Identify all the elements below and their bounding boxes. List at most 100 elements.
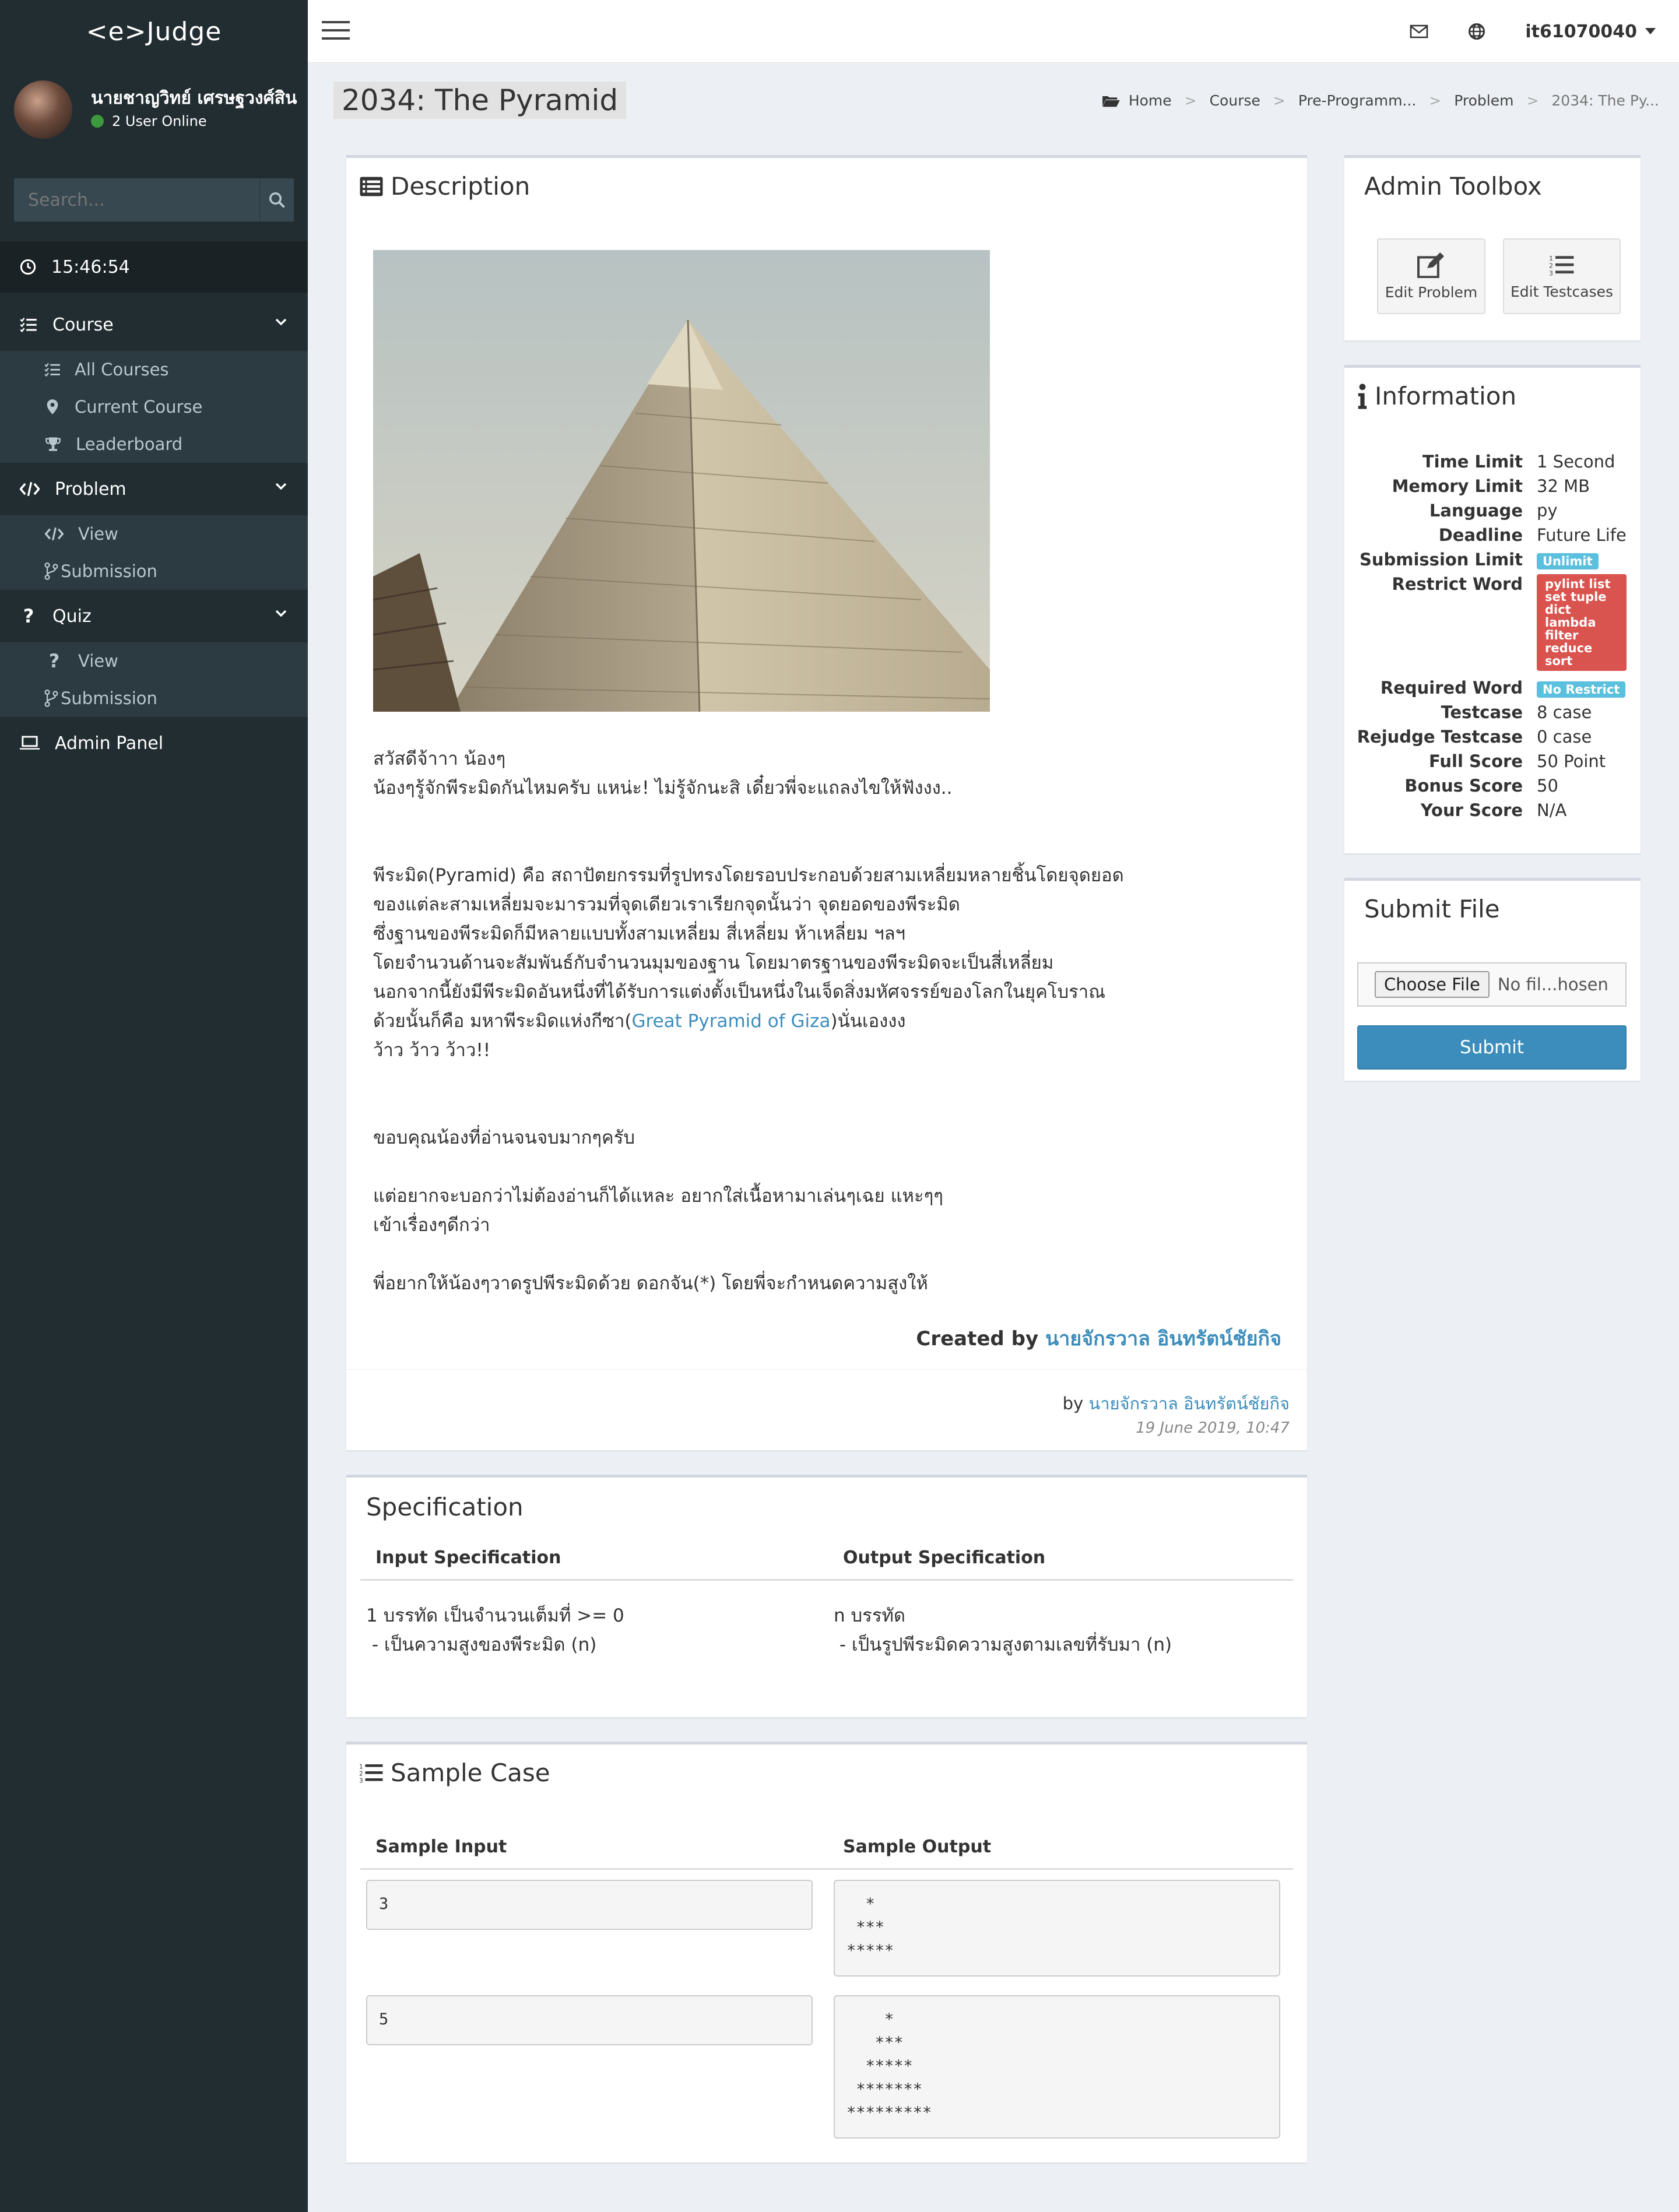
sidebar-item-problem-submission[interactable]: Submission: [0, 553, 308, 590]
pyramid-illustration: [373, 250, 990, 712]
info-testcase: Testcase 8 case: [1344, 702, 1639, 727]
giza-link[interactable]: Great Pyramid of Giza: [632, 1011, 831, 1032]
edit-icon: [1417, 252, 1444, 278]
sample-input-1[interactable]: 3: [366, 1880, 813, 1930]
sidebar-item-label: View: [78, 651, 118, 671]
clock-time: 15:46:54: [51, 256, 130, 277]
breadcrumb-problem[interactable]: Problem: [1454, 92, 1513, 109]
code-branch-icon: [44, 690, 58, 707]
submit-button[interactable]: Submit: [1357, 1025, 1627, 1070]
sidebar-item-admin-panel[interactable]: Admin Panel: [0, 717, 308, 769]
chevron-down-icon: [275, 318, 287, 326]
information-list: Time Limit 1 Second Memory Limit 32 MB Lan…: [1344, 452, 1639, 848]
sidebar-toggle-button[interactable]: [322, 20, 350, 43]
info-value: py: [1537, 501, 1558, 521]
description-header: Description: [359, 172, 530, 201]
specification-header: Specification: [366, 1493, 524, 1521]
navbar-right: it61070040: [1370, 0, 1656, 63]
info-full-score: Full Score 50 Point: [1344, 751, 1639, 776]
description-line: สวัสดีจ้าาา น้องๆ: [373, 748, 506, 769]
description-line: ซึ่งฐานของพีระมิดก็มีหลายแบบทั้งสามเหลี่…: [373, 923, 906, 944]
info-submission-limit: Submission Limit Unlimit: [1344, 550, 1639, 574]
text-segment: )นั่นเองงง: [830, 1011, 906, 1032]
edit-testcases-button[interactable]: 123 Edit Testcases: [1503, 238, 1621, 314]
sidebar-item-quiz-view[interactable]: ? View: [0, 642, 308, 680]
edit-problem-button[interactable]: Edit Problem: [1377, 238, 1485, 314]
breadcrumb-course[interactable]: Course: [1210, 92, 1260, 109]
author-link[interactable]: นายจักรวาล อินทรัตน์ชัยกิจ: [1045, 1327, 1281, 1351]
list-check-icon: [20, 318, 37, 332]
info-label: Memory Limit: [1392, 476, 1523, 496]
sample-case-box: 123 Sample Case Sample Input Sample Outp…: [346, 1742, 1307, 2162]
info-label: Submission Limit: [1359, 550, 1523, 569]
description-title: Description: [391, 172, 531, 201]
choose-file-button[interactable]: Choose File: [1375, 971, 1490, 998]
svg-text:3: 3: [359, 1777, 363, 1784]
search-button[interactable]: [259, 178, 294, 221]
description-line: เข้าเรื่องๆดีกว่า: [373, 1215, 490, 1236]
info-bonus-score: Bonus Score 50: [1344, 776, 1639, 800]
information-box: Information Time Limit 1 Second Memory Li…: [1344, 365, 1641, 853]
info-deadline: Deadline Future Life: [1344, 525, 1639, 550]
sample-output-1[interactable]: * *** *****: [834, 1880, 1280, 1977]
sample-case-table: Sample Input Sample Output 3 * *** *****…: [360, 1837, 1293, 2163]
info-value: 1 Second: [1537, 452, 1615, 472]
description-text: สวัสดีจ้าาา น้องๆ น้องๆรู้จักพีระมิดกันไ…: [373, 744, 1283, 1298]
avatar: [14, 80, 72, 139]
user-name: นายชาญวิทย์ เศรษฐวงศ์สิน: [91, 88, 297, 108]
sidebar-item-course[interactable]: Course: [0, 298, 308, 351]
information-header: Information: [1357, 382, 1516, 410]
user-panel: นายชาญวิทย์ เศรษฐวงศ์สิน 2 User Online: [0, 63, 308, 156]
messages-button[interactable]: [1410, 24, 1428, 39]
pyramid-image: [373, 250, 990, 712]
restrict-word: sort: [1545, 654, 1573, 668]
file-name-text: No fil...hosen: [1497, 975, 1608, 994]
svg-text:1: 1: [1549, 255, 1553, 262]
sidebar-item-quiz[interactable]: ? Quiz: [0, 590, 308, 642]
sidebar-item-label: Quiz: [52, 606, 92, 627]
sidebar-item-label: Course: [52, 314, 114, 335]
clock-icon: [20, 259, 36, 275]
sidebar-item-all-courses[interactable]: All Courses: [0, 351, 308, 388]
breadcrumb-pre-programming[interactable]: Pre-Programm...: [1298, 92, 1416, 109]
info-your-score: Your Score N/A: [1344, 800, 1639, 825]
specification-box: Specification Input Specification Output…: [346, 1475, 1307, 1717]
user-menu-button[interactable]: it61070040: [1525, 22, 1656, 42]
breadcrumb-separator: >: [1526, 92, 1539, 109]
search-input[interactable]: [14, 178, 259, 221]
description-box: Description สวัสดีจ้าาา น้องๆ น้องๆรู้จั…: [346, 155, 1307, 1450]
search-icon: [269, 192, 285, 208]
output-spec-header: Output Specification: [843, 1548, 1046, 1568]
info-label: Testcase: [1441, 702, 1523, 722]
language-button[interactable]: [1468, 23, 1485, 40]
sidebar-item-label: Leaderboard: [76, 434, 183, 454]
sidebar-item-leaderboard[interactable]: Leaderboard: [0, 425, 308, 463]
globe-icon: [1469, 23, 1485, 40]
sample-case-header: 123 Sample Case: [359, 1759, 550, 1787]
sidebar-item-current-course[interactable]: Current Course: [0, 388, 308, 425]
code-icon: [44, 527, 64, 541]
info-restrict-word: Restrict Word pylint list set tuple dict…: [1344, 574, 1639, 671]
table-header-divider: [360, 1579, 1293, 1581]
breadcrumb: Home > Course > Pre-Programm... > Proble…: [1102, 92, 1659, 109]
specification-table: Input Specification Output Specification…: [360, 1548, 1293, 1711]
info-memory-limit: Memory Limit 32 MB: [1344, 476, 1639, 501]
info-value: N/A: [1537, 800, 1567, 820]
code-branch-icon: [44, 562, 58, 580]
app-logo[interactable]: <e>Judge: [0, 0, 308, 63]
description-line: พี่อยากให้น้องๆวาดรูปพีระมิดด้วย ดอกจัน(…: [373, 1273, 928, 1294]
info-label: Required Word: [1380, 678, 1523, 698]
breadcrumb-home[interactable]: Home: [1129, 92, 1172, 109]
file-input[interactable]: Choose File No fil...hosen: [1357, 962, 1627, 1007]
sample-output-2[interactable]: * *** ***** ******* *********: [834, 1995, 1280, 2139]
posted-by-author-link[interactable]: นายจักรวาล อินทรัตน์ชัยกิจ: [1088, 1394, 1290, 1413]
info-value: Future Life: [1537, 525, 1627, 545]
sidebar-item-problem[interactable]: Problem: [0, 463, 308, 515]
course-submenu: All Courses Current Course Leaderboard: [0, 351, 308, 463]
sample-input-2[interactable]: 5: [366, 1995, 813, 2045]
sample-case-title: Sample Case: [391, 1759, 550, 1787]
input-spec-text: 1 บรรทัด เป็นจำนวนเต็มที่ >= 0 - เป็นควา…: [366, 1605, 624, 1655]
sidebar-item-quiz-submission[interactable]: Submission: [0, 680, 308, 717]
problem-submenu: View Submission: [0, 515, 308, 590]
sidebar-item-problem-view[interactable]: View: [0, 515, 308, 553]
